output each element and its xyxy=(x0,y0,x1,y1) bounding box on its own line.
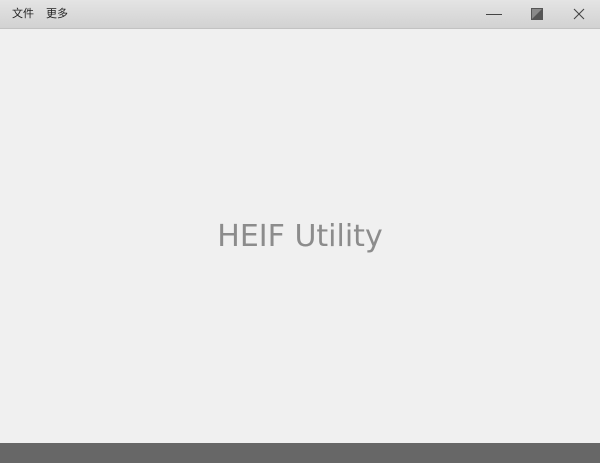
menu-more[interactable]: 更多 xyxy=(40,0,74,28)
restore-icon xyxy=(531,8,543,20)
minimize-button[interactable] xyxy=(474,0,516,28)
title-bar: 文件 更多 xyxy=(0,0,600,29)
status-bar xyxy=(0,443,600,463)
main-content: HEIF Utility xyxy=(0,29,600,443)
menu-bar: 文件 更多 xyxy=(6,0,74,28)
close-button[interactable] xyxy=(558,0,600,28)
app-window: 文件 更多 HEIF Utility xyxy=(0,0,600,463)
menu-file[interactable]: 文件 xyxy=(6,0,40,28)
window-controls xyxy=(474,0,600,28)
restore-button[interactable] xyxy=(516,0,558,28)
app-title: HEIF Utility xyxy=(217,219,383,254)
close-icon xyxy=(573,8,585,20)
minimize-icon xyxy=(486,14,502,15)
